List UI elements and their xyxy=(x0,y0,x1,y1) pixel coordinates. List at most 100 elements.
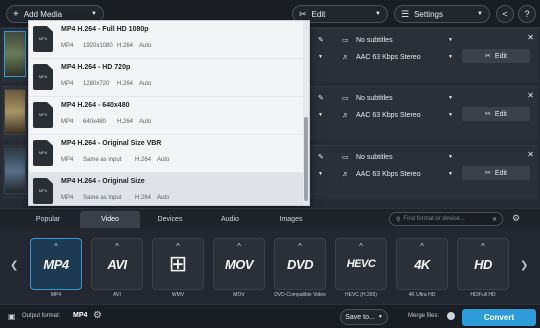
pencil-icon: ✎ xyxy=(318,37,324,44)
settings-sliders-icon: ☰ xyxy=(401,8,410,19)
file-thumbnail xyxy=(4,148,26,194)
chevron-down-icon: ▼ xyxy=(448,171,453,177)
output-format-value[interactable]: MP4 xyxy=(73,312,87,319)
spec-codec: H.264 xyxy=(117,119,134,125)
subtitle-icon: ▭ xyxy=(342,37,349,44)
subtitle-icon: ▭ xyxy=(342,154,349,161)
scissors-icon: ✂ xyxy=(485,53,491,60)
preset-specs: MP4 640x480 H.264 Auto xyxy=(61,119,151,125)
format-logo: MOV xyxy=(224,256,254,272)
format-settings-icon[interactable]: ⚙ xyxy=(512,213,520,224)
tab-video[interactable]: Video xyxy=(80,211,140,228)
format-wmv[interactable]: ^ ⊞ xyxy=(152,238,204,290)
file-icon: MP4 xyxy=(33,26,53,52)
file-icon: MP4 xyxy=(33,64,53,90)
spec-container: MP4 xyxy=(61,119,74,125)
format-logo: DVD xyxy=(287,256,313,272)
format-name: MP4 xyxy=(50,292,62,298)
save-to-label: Save to... xyxy=(345,313,375,321)
chevron-right-icon[interactable]: ❯ xyxy=(520,260,528,271)
spec-resolution: 640x480 xyxy=(83,119,107,125)
audio-icon: ♬ xyxy=(342,53,349,61)
chevron-down-icon: ▼ xyxy=(318,112,323,118)
chevron-left-icon[interactable]: ❮ xyxy=(10,260,18,271)
format-name: WMV xyxy=(171,292,185,298)
settings-label: Settings xyxy=(414,9,443,19)
chevron-down-icon: ▼ xyxy=(448,112,453,118)
pencil-icon: ✎ xyxy=(318,154,324,161)
format-mp4[interactable]: ^ MP4 xyxy=(30,238,82,290)
search-placeholder: Find format or device... xyxy=(403,216,465,222)
gear-icon[interactable]: ⚙ xyxy=(93,310,102,321)
convert-button[interactable]: Convert xyxy=(462,309,536,326)
spec-bitrate: Auto xyxy=(139,119,152,125)
format-hevc[interactable]: ^ HEVC xyxy=(335,238,387,290)
chevron-up-icon: ^ xyxy=(298,242,302,251)
spec-codec: H.264 xyxy=(135,195,152,201)
windows-logo-icon: ⊞ xyxy=(168,251,188,276)
chevron-down-icon: ▼ xyxy=(318,54,323,60)
chevron-down-icon: ▼ xyxy=(477,11,483,17)
chevron-down-icon: ▼ xyxy=(375,11,381,17)
file-edit-button[interactable]: ✂ Edit xyxy=(462,166,530,180)
spec-bitrate: Auto xyxy=(157,157,170,163)
spec-container: MP4 xyxy=(61,81,74,87)
scissors-icon: ✂ xyxy=(485,170,491,177)
preset-specs: MP4 Same as input H.264 Auto xyxy=(61,157,169,163)
share-button[interactable]: < xyxy=(496,5,514,23)
format-hd[interactable]: ^ HD xyxy=(457,238,509,290)
save-to-button[interactable]: Save to... ▼ xyxy=(340,309,388,325)
preset-option[interactable]: MP4 MP4 H.264 - Full HD 1080p MP4 1920x1… xyxy=(29,21,305,59)
help-icon: ? xyxy=(524,9,530,19)
chevron-down-icon: ▼ xyxy=(448,154,453,160)
preset-specs: MP4 Same as input H.264 Auto xyxy=(61,195,169,201)
dropdown-scrollbar[interactable] xyxy=(303,21,309,205)
scissors-icon: ✂ xyxy=(299,8,307,19)
preset-option[interactable]: MP4 MP4 H.264 - Original Size VBR MP4 Sa… xyxy=(29,135,305,173)
chevron-up-icon: ^ xyxy=(54,242,58,251)
spec-bitrate: Auto xyxy=(139,43,152,49)
format-logo: HD xyxy=(474,256,492,272)
tab-popular[interactable]: Popular xyxy=(18,211,78,228)
spec-container: MP4 xyxy=(61,157,74,163)
scissors-icon: ✂ xyxy=(485,111,491,118)
format-avi[interactable]: ^ AVI xyxy=(91,238,143,290)
preset-dropdown: MP4 MP4 H.264 - Full HD 1080p MP4 1920x1… xyxy=(28,20,310,206)
tab-audio[interactable]: Audio xyxy=(200,211,260,228)
spec-resolution: 1920x1080 xyxy=(83,43,113,49)
file-icon-label: MP4 xyxy=(38,150,48,155)
preset-option[interactable]: MP4 MP4 H.264 - HD 720p MP4 1280x720 H.2… xyxy=(29,59,305,97)
audio-icon: ♬ xyxy=(342,111,349,119)
subtitle-value: No subtitles xyxy=(356,153,393,161)
format-dvd[interactable]: ^ DVD xyxy=(274,238,326,290)
spec-resolution: Same as input xyxy=(83,195,122,201)
spec-resolution: 1280x720 xyxy=(83,81,110,87)
file-edit-button[interactable]: ✂ Edit xyxy=(462,49,530,63)
tab-images[interactable]: Images xyxy=(260,211,322,228)
bottom-bar: ▣ Output format: MP4 ⚙ Save to... ▼ Merg… xyxy=(0,304,540,328)
merge-files-toggle[interactable] xyxy=(447,312,455,320)
preset-option-selected[interactable]: MP4 MP4 H.264 - Original Size MP4 Same a… xyxy=(29,173,305,205)
format-4k[interactable]: ^ 4K xyxy=(396,238,448,290)
tab-devices[interactable]: Devices xyxy=(140,211,200,228)
plus-icon: + xyxy=(13,8,19,20)
file-edit-button[interactable]: ✂ Edit xyxy=(462,107,530,121)
format-mov[interactable]: ^ MOV xyxy=(213,238,265,290)
help-button[interactable]: ? xyxy=(518,5,536,23)
chevron-up-icon: ^ xyxy=(359,242,363,251)
scrollbar-thumb[interactable] xyxy=(304,117,308,201)
subtitle-icon: ▭ xyxy=(342,95,349,102)
clear-icon[interactable]: ✕ xyxy=(492,216,497,223)
settings-button[interactable]: ☰ Settings ▼ xyxy=(394,5,490,23)
close-icon[interactable]: ✕ xyxy=(527,150,534,159)
chevron-up-icon: ^ xyxy=(176,242,180,251)
preset-option[interactable]: MP4 MP4 H.264 - 640x480 MP4 640x480 H.26… xyxy=(29,97,305,135)
audio-icon: ♬ xyxy=(342,170,349,178)
close-icon[interactable]: ✕ xyxy=(527,33,534,42)
close-icon[interactable]: ✕ xyxy=(527,91,534,100)
file-icon-label: MP4 xyxy=(38,112,48,117)
format-search-input[interactable]: ⚲ Find format or device... ✕ xyxy=(389,212,503,226)
chevron-down-icon: ▼ xyxy=(448,37,453,43)
chevron-up-icon: ^ xyxy=(115,242,119,251)
format-name: MOV xyxy=(233,292,245,298)
